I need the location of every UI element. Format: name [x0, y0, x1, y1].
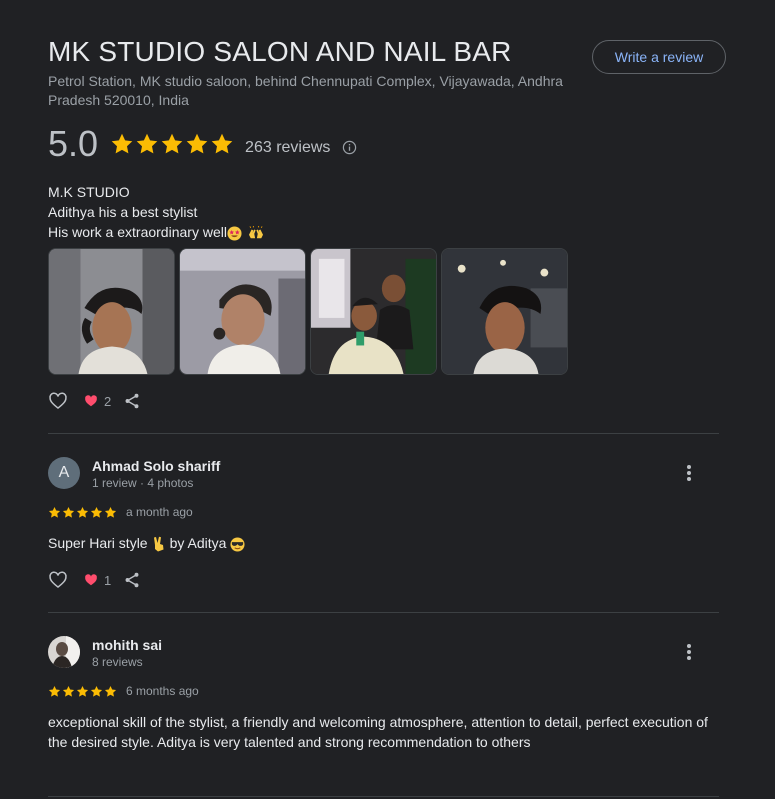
reaction-count-label: 2 [104, 393, 112, 409]
victory-hand-emoji [153, 537, 164, 552]
review-date: 6 months ago [126, 684, 199, 698]
reviewer-stats: 8 reviews [92, 655, 143, 669]
avatar[interactable]: A [48, 457, 80, 489]
place-address: Petrol Station, MK studio saloon, behind… [48, 73, 563, 108]
reaction-count[interactable]: 2 [84, 394, 111, 409]
review-photos [48, 248, 572, 375]
avatar[interactable] [48, 636, 80, 668]
review-rating: a month ago [48, 505, 719, 519]
share-icon[interactable] [123, 392, 141, 410]
star-icon [62, 685, 75, 697]
photo-haircut-side[interactable] [48, 248, 175, 375]
star-icon [62, 506, 75, 518]
divider [48, 433, 719, 434]
share-icon[interactable] [123, 571, 141, 589]
star-icon [76, 685, 89, 697]
raising-hands-emoji [248, 226, 263, 239]
star-icon [104, 685, 117, 697]
star-icon [211, 133, 233, 154]
star-icon [186, 133, 208, 154]
place-title: MK STUDIO SALON AND NAIL BAR [48, 36, 512, 67]
reaction-count-label: 1 [104, 572, 112, 588]
review-line: M.K STUDIO [48, 184, 130, 200]
rating-stars [110, 132, 235, 156]
like-heart-icon[interactable] [48, 570, 68, 590]
review-text: Super Hari style by Aditya [48, 533, 719, 553]
review-line-with-emoji: His work a extraordinary well [48, 222, 268, 242]
review-text: exceptional skill of the stylist, a frie… [48, 714, 708, 750]
star-struck-emoji [227, 226, 242, 241]
write-review-button[interactable]: Write a review [592, 40, 726, 74]
star-icon [111, 133, 133, 154]
reviewer-stats: 1 review · 4 photos [92, 476, 194, 490]
photo-haircut-profile[interactable] [441, 248, 568, 375]
reviewer-photo [48, 636, 80, 668]
review-rating: 6 months ago [48, 684, 719, 698]
rating-stars [48, 506, 118, 519]
like-heart-icon[interactable] [48, 391, 68, 411]
review-actions: 1 [48, 570, 141, 590]
review-card: mohith sai 8 reviews 6 months ago except… [48, 636, 719, 752]
reviewer-info: A Ahmad Solo shariff 1 review · 4 photos [48, 457, 719, 491]
first-review-text: M.K STUDIO Adithya his a best stylist Hi… [48, 182, 268, 242]
photo-customer-selfie[interactable] [310, 248, 437, 375]
rating-summary: 5.0 263 reviews [48, 124, 357, 164]
reviewer-name[interactable]: Ahmad Solo shariff [92, 457, 220, 475]
more-options-icon[interactable] [679, 463, 699, 483]
star-icon [48, 685, 61, 697]
review-actions: 2 [48, 391, 141, 411]
rating-stars [48, 685, 118, 698]
star-icon [48, 506, 61, 518]
review-card: A Ahmad Solo shariff 1 review · 4 photos… [48, 457, 719, 553]
reaction-count[interactable]: 1 [84, 573, 111, 588]
divider [48, 612, 719, 613]
star-icon [136, 133, 158, 154]
place-header: MK STUDIO SALON AND NAIL BAR Petrol Stat… [48, 36, 578, 110]
review-line: Adithya his a best stylist [48, 204, 198, 220]
star-icon [161, 133, 183, 154]
star-icon [90, 506, 103, 518]
divider [48, 796, 719, 797]
star-icon [90, 685, 103, 697]
more-options-icon[interactable] [679, 642, 699, 662]
reviewer-name[interactable]: mohith sai [92, 636, 162, 654]
rating-value: 5.0 [48, 123, 99, 164]
smiling-face-with-sunglasses-emoji [230, 537, 245, 552]
info-icon[interactable] [342, 140, 357, 155]
star-icon [104, 506, 117, 518]
reviewer-info: mohith sai 8 reviews [48, 636, 719, 670]
heart-reaction-icon [85, 395, 97, 407]
review-count[interactable]: 263 reviews [245, 139, 330, 157]
photo-haircut-back[interactable] [179, 248, 306, 375]
star-icon [76, 506, 89, 518]
review-date: a month ago [126, 505, 193, 519]
heart-reaction-icon [85, 574, 97, 586]
